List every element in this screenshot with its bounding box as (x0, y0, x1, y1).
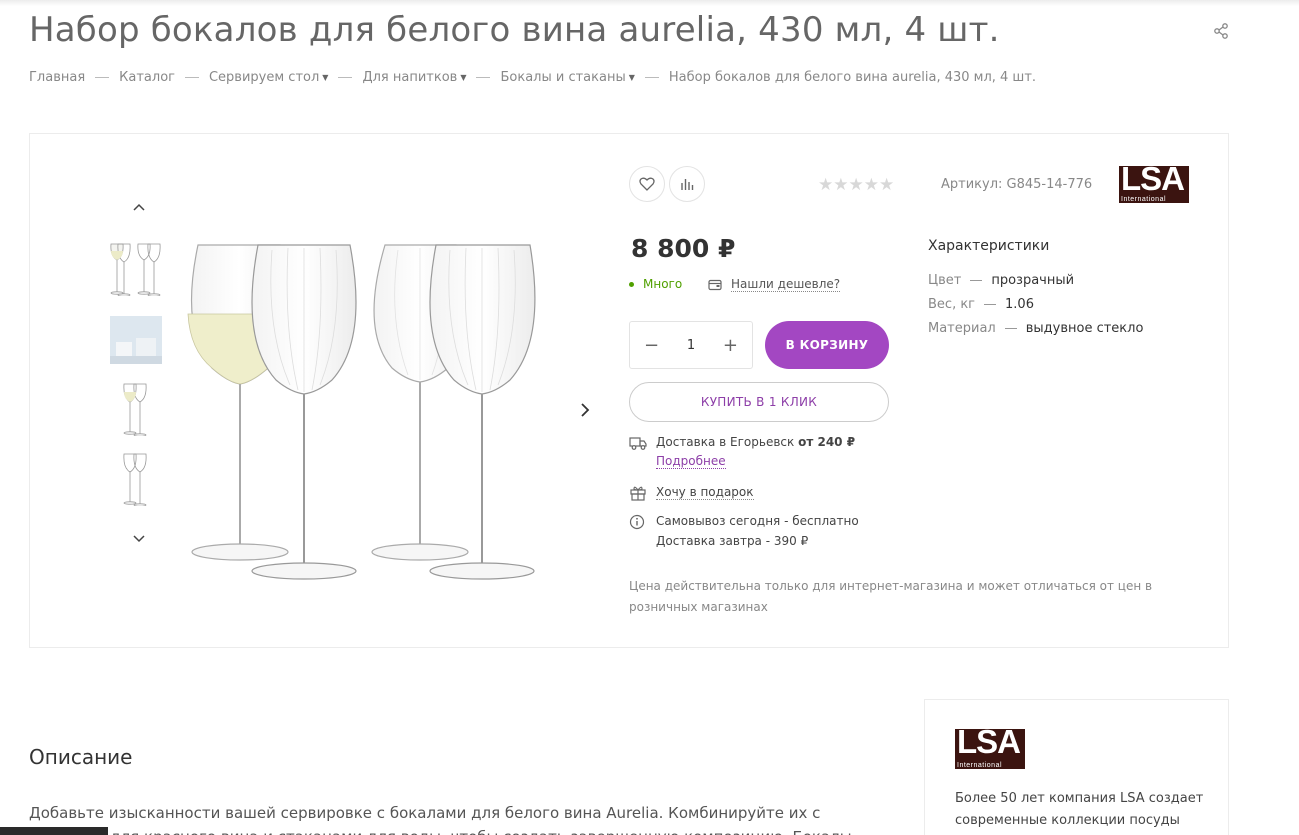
breadcrumb-catalog[interactable]: Каталог (119, 70, 175, 85)
delivery-more-link[interactable]: Подробнее (656, 454, 726, 469)
breadcrumb-separator (644, 77, 659, 78)
page-title: Набор бокалов для белого вина aurelia, 4… (29, 10, 1000, 50)
next-image-arrow-icon[interactable] (578, 400, 592, 420)
found-cheaper-link[interactable]: Нашли дешевле? (708, 277, 841, 292)
brand-logo-text: LSA (957, 729, 1021, 760)
gift-link[interactable]: Хочу в подарок (656, 485, 754, 500)
thumbs-down-arrow-icon[interactable] (132, 534, 146, 544)
delivery-info: Доставка в Егорьевск от 240 ₽ Подробнее (629, 435, 856, 469)
quantity-minus-button[interactable]: − (644, 335, 659, 356)
brand-logo-subtext: International (957, 762, 1003, 769)
bar-chart-icon (681, 179, 694, 190)
thumbnail-3[interactable] (108, 380, 164, 436)
rating-stars[interactable]: ★★★★★ (818, 175, 894, 195)
glass-thumbnail-image (123, 453, 147, 506)
brand-card: LSA International Более 50 лет компания … (924, 699, 1229, 835)
caret-down-icon[interactable]: ▼ (460, 73, 466, 82)
breadcrumb-current: Набор бокалов для белого вина aurelia, 4… (668, 70, 1037, 85)
characteristics-title: Характеристики (928, 238, 1050, 254)
pickup-text: Самовывоз сегодня - бесплатно (656, 514, 859, 528)
add-to-cart-button[interactable]: В КОРЗИНУ (765, 321, 889, 369)
description-text: Добавьте изысканности вашей сервировке с… (29, 804, 852, 835)
characteristic-row: Вес, кг 1.06 (928, 297, 1034, 312)
brand-card-text: Более 50 лет компания LSA создает соврем… (955, 791, 1204, 828)
product-price: 8 800 ₽ (631, 234, 736, 263)
characteristic-row: Цвет прозрачный (928, 273, 1074, 288)
gift-info: Хочу в подарок (629, 485, 754, 501)
status-bar (0, 827, 108, 835)
heart-icon (639, 177, 655, 191)
info-icon (629, 514, 645, 530)
breadcrumb-glasses[interactable]: Бокалы и стаканы (500, 70, 625, 85)
share-icon[interactable] (1212, 22, 1230, 40)
thumbnail-2[interactable] (108, 312, 164, 368)
delivery-price: от 240 ₽ (798, 435, 856, 449)
packaging-thumbnail-image (110, 316, 162, 364)
wallet-icon (708, 279, 722, 290)
characteristic-key: Вес, кг (928, 297, 976, 312)
delivery-city-text: Доставка в Егорьевск (656, 435, 795, 449)
brand-logo-subtext: International (1121, 196, 1167, 203)
quantity-value[interactable]: 1 (687, 338, 695, 353)
breadcrumb-home[interactable]: Главная (29, 70, 85, 85)
stock-dot-icon (629, 281, 634, 287)
price-note: Цена действительна только для интернет-м… (629, 579, 1153, 614)
breadcrumb-separator (338, 77, 353, 78)
thumbnail-4[interactable] (108, 450, 164, 506)
breadcrumb-drinks[interactable]: Для напитков (362, 70, 457, 85)
brand-logo[interactable]: LSA International (1119, 166, 1189, 203)
brand-card-logo[interactable]: LSA International (955, 729, 1025, 769)
product-sku: Артикул: G845-14-776 (941, 177, 1093, 192)
compare-button[interactable] (669, 166, 705, 202)
caret-down-icon[interactable]: ▼ (322, 73, 328, 82)
gift-icon (630, 486, 646, 501)
thumbs-up-arrow-icon[interactable] (132, 202, 146, 212)
dash-separator (970, 280, 983, 281)
breadcrumb-table-setting[interactable]: Сервируем стол (209, 70, 319, 85)
thumbnail-1[interactable] (108, 240, 164, 296)
characteristic-row: Материал выдувное стекло (928, 321, 1143, 336)
breadcrumb: Главная Каталог Сервируем стол ▼ Для напи… (29, 70, 1036, 85)
quantity-stepper: − 1 + (629, 321, 753, 369)
delivery-tomorrow-text: Доставка завтра - 390 ₽ (656, 534, 809, 548)
stock-label: Много (643, 277, 683, 291)
characteristic-value: прозрачный (991, 273, 1075, 288)
characteristic-key: Цвет (928, 273, 962, 288)
glass-thumbnail-image (123, 383, 147, 436)
pickup-info: Самовывоз сегодня - бесплатно Доставка з… (629, 514, 859, 548)
characteristic-value: выдувное стекло (1025, 321, 1144, 336)
description-title: Описание (29, 745, 133, 769)
stock-status: Много (629, 277, 682, 291)
breadcrumb-separator (95, 77, 110, 78)
glasses-thumbnail-image (110, 243, 161, 296)
breadcrumb-separator (184, 77, 199, 78)
breadcrumb-separator (476, 77, 491, 78)
dash-separator (1004, 328, 1017, 329)
quantity-plus-button[interactable]: + (723, 335, 738, 356)
favorite-button[interactable] (629, 166, 665, 202)
dash-separator (984, 304, 997, 305)
product-main-image[interactable] (180, 240, 550, 585)
found-cheaper-label[interactable]: Нашли дешевле? (731, 277, 841, 292)
buy-one-click-button[interactable]: КУПИТЬ В 1 КЛИК (629, 382, 889, 422)
top-shadow (0, 0, 1299, 6)
brand-logo-text: LSA (1121, 166, 1185, 197)
characteristic-value: 1.06 (1005, 297, 1034, 312)
truck-icon (629, 437, 647, 450)
characteristic-key: Материал (928, 321, 996, 336)
caret-down-icon[interactable]: ▼ (629, 73, 635, 82)
